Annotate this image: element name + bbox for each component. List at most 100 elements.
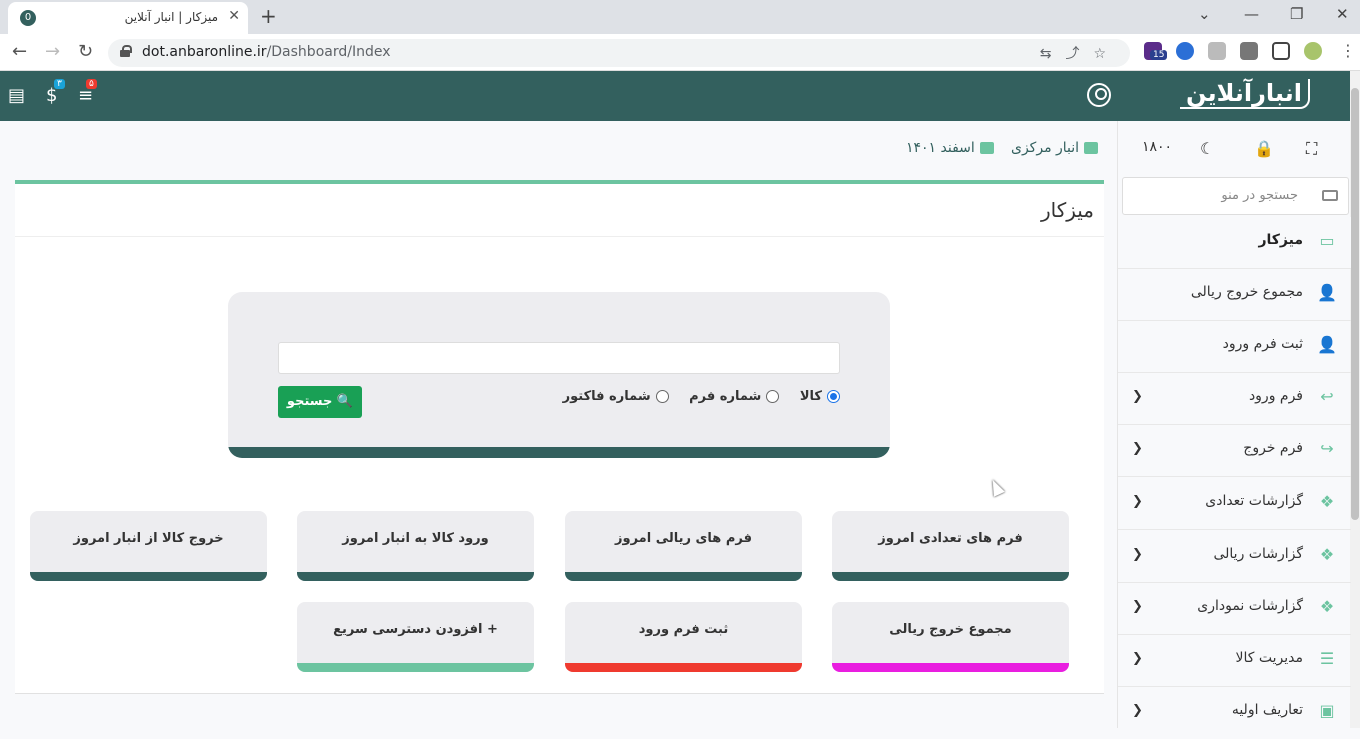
money-badge: ۳ <box>54 79 65 89</box>
chevron-left-icon: ❮ <box>1132 494 1143 509</box>
cubes-icon: ❖ <box>1319 597 1335 616</box>
favicon-icon: 0 <box>20 10 36 26</box>
chevron-left-icon: ❮ <box>1132 441 1143 456</box>
close-icon[interactable]: ✕ <box>228 8 240 24</box>
puzzle-icon[interactable] <box>1240 42 1258 60</box>
back-icon[interactable]: ← <box>12 41 27 62</box>
sidebar: ⛶ 🔒 ☾ ۱۸۰۰ ▭ میزکار 👤 مجموع خروج ریالی 👤… <box>1117 121 1351 728</box>
chevron-left-icon: ❮ <box>1132 651 1143 666</box>
cubes-icon: ❖ <box>1319 545 1335 564</box>
chevron-left-icon: ❮ <box>1132 547 1143 562</box>
menu-search[interactable] <box>1122 177 1349 215</box>
menu-dots-icon[interactable]: ⋮ <box>1340 41 1356 60</box>
menu-search-input[interactable] <box>1148 188 1298 203</box>
new-tab-button[interactable]: + <box>260 4 277 28</box>
dollar-icon[interactable]: $۳ <box>46 79 65 106</box>
sidebar-item-product-management[interactable]: ☰ مدیریت کالا ❮ <box>1118 635 1351 687</box>
url-text: dot.anbaronline.ir/Dashboard/Index <box>142 44 391 60</box>
sidebar-item-rial-reports[interactable]: ❖ گزارشات ریالی ❮ <box>1118 531 1351 583</box>
chevron-left-icon: ❮ <box>1132 599 1143 614</box>
moon-icon[interactable]: ☾ <box>1200 139 1214 158</box>
tile-rial-exit-total[interactable]: مجموع خروج ریالی <box>832 602 1069 672</box>
window-close-icon[interactable]: ✕ <box>1336 5 1349 23</box>
tile-bar <box>565 572 802 581</box>
tile-bar <box>565 663 802 672</box>
page-title: میزکار <box>1040 198 1094 222</box>
sidebar-item-rial-exit-total[interactable]: 👤 مجموع خروج ریالی <box>1118 269 1351 321</box>
tile-bar <box>832 663 1069 672</box>
calendar-icon <box>979 142 994 154</box>
sidebar-item-chart-reports[interactable]: ❖ گزارشات نموداری ❮ <box>1118 583 1351 635</box>
tab-title: میزکار | انبار آنلاین <box>124 10 218 24</box>
tile-add-quick-access[interactable]: + افزودن دسترسی سریع <box>297 602 534 672</box>
tile-goods-exit-today[interactable]: خروج کالا از انبار امروز <box>30 511 267 581</box>
camera-icon[interactable] <box>1208 42 1226 60</box>
radio-icon[interactable] <box>766 390 780 403</box>
restore-icon[interactable]: ❐ <box>1290 5 1303 23</box>
chevron-down-icon[interactable]: ⌄ <box>1198 5 1211 23</box>
sidebar-item-register-entry[interactable]: 👤 ثبت فرم ورود <box>1118 321 1351 373</box>
tool-value[interactable]: ۱۸۰۰ <box>1142 139 1172 155</box>
tile-bar <box>297 663 534 672</box>
archive-icon: ▣ <box>1319 701 1335 720</box>
profile-avatar[interactable] <box>1304 42 1322 60</box>
radio-form-number[interactable]: شماره فرم <box>689 389 780 404</box>
chevron-left-icon: ❮ <box>1132 703 1143 718</box>
sidebar-item-count-reports[interactable]: ❖ گزارشات تعدادی ❮ <box>1118 478 1351 530</box>
breadcrumb-date: اسفند ۱۴۰۱ <box>906 140 994 156</box>
logo: انبارآنلاین <box>1180 79 1310 109</box>
list-icon: ☰ <box>1319 649 1335 668</box>
radio-product[interactable]: کالا <box>800 389 840 404</box>
warehouse-icon <box>1084 142 1099 154</box>
breadcrumb-warehouse[interactable]: انبار مرکزی <box>1011 140 1099 156</box>
sidepanel-icon[interactable] <box>1272 42 1290 60</box>
search-panel-bar <box>228 447 890 458</box>
sidebar-item-dashboard[interactable]: ▭ میزکار <box>1118 217 1351 269</box>
tile-bar <box>832 572 1069 581</box>
sidebar-item-basic-definitions[interactable]: ▣ تعاریف اولیه ❮ <box>1118 687 1351 739</box>
reply-icon: ↩ <box>1320 387 1334 406</box>
minimize-icon[interactable]: — <box>1244 5 1259 23</box>
sidebar-item-entry-form[interactable]: ↩ فرم ورود ❮ <box>1118 373 1351 425</box>
browser-toolbar: ← → ↻ dot.anbaronline.ir/Dashboard/Index… <box>0 34 1360 71</box>
cubes-icon: ❖ <box>1319 492 1335 511</box>
radio-selected-icon[interactable] <box>827 390 840 403</box>
lock-icon[interactable] <box>120 45 132 57</box>
browser-tabbar: 0 میزکار | انبار آنلاین ✕ + ⌄ — ❐ ✕ <box>0 0 1360 34</box>
browser-tab[interactable]: 0 میزکار | انبار آنلاین ✕ <box>8 2 248 34</box>
tile-register-entry[interactable]: ثبت فرم ورود <box>565 602 802 672</box>
address-bar[interactable]: dot.anbaronline.ir/Dashboard/Index ⇆⤴☆ <box>108 39 1130 67</box>
chevron-left-icon: ❮ <box>1132 389 1143 404</box>
tile-rial-forms-today[interactable]: فرم های ریالی امروز <box>565 511 802 581</box>
tile-count-forms-today[interactable]: فرم های تعدادی امروز <box>832 511 1069 581</box>
user-plus-icon: 👤 <box>1317 335 1337 354</box>
tile-bar <box>30 572 267 581</box>
share-icon: ↪ <box>1320 439 1334 458</box>
extension-globe-icon[interactable] <box>1176 42 1194 60</box>
lock-icon[interactable]: 🔒 <box>1254 139 1274 158</box>
omnibox-actions[interactable]: ⇆⤴☆ <box>1040 43 1120 63</box>
list-badge: ۵ <box>86 79 97 89</box>
list-icon[interactable]: ≡ ۵ <box>78 79 97 106</box>
tile-goods-entry-today[interactable]: ورود کالا به انبار امروز <box>297 511 534 581</box>
extension-icon[interactable]: 15 <box>1144 42 1168 60</box>
warehouse-icon[interactable]: ▤ <box>8 85 25 106</box>
reload-icon[interactable]: ↻ <box>78 41 93 62</box>
search-input[interactable] <box>278 342 840 374</box>
fullscreen-icon[interactable]: ⛶ <box>1306 139 1317 159</box>
app-header: ▤ $۳ ≡ ۵ انبارآنلاین <box>0 71 1350 121</box>
forward-icon[interactable]: → <box>45 41 60 62</box>
sidebar-item-exit-form[interactable]: ↪ فرم خروج ❮ <box>1118 425 1351 477</box>
tile-bar <box>297 572 534 581</box>
radio-invoice-number[interactable]: شماره فاکتور <box>563 389 669 404</box>
user-icon[interactable] <box>1087 83 1111 107</box>
divider <box>15 236 1104 237</box>
keyboard-icon[interactable] <box>1322 190 1338 201</box>
user-plus-icon: 👤 <box>1317 283 1337 302</box>
radio-icon[interactable] <box>655 390 669 403</box>
desktop-icon: ▭ <box>1319 231 1335 250</box>
search-button[interactable]: 🔍 جستجو <box>278 386 362 418</box>
search-type-options: کالا شماره فرم شماره فاکتور <box>547 389 840 404</box>
search-panel: کالا شماره فرم شماره فاکتور 🔍 جستجو <box>228 292 890 458</box>
page-scrollbar-thumb[interactable] <box>1351 88 1359 520</box>
